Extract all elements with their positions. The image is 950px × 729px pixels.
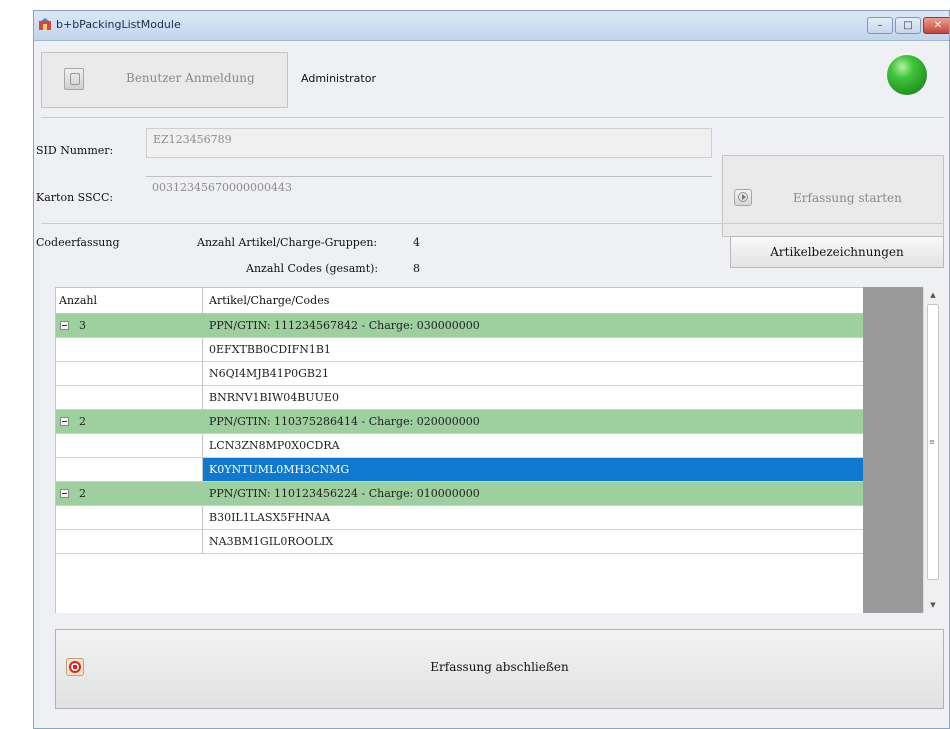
count-value: 3 (79, 319, 86, 332)
groups-count-value: 4 (413, 236, 420, 249)
table-row[interactable]: 0EFXTBB0CDIFN1B1 (56, 338, 863, 362)
codes-count-value: 8 (413, 262, 420, 275)
start-capture-label: Erfassung starten (793, 191, 902, 205)
article-names-button[interactable]: Artikelbezeichnungen (730, 236, 944, 268)
play-icon (734, 189, 752, 206)
app-icon (39, 18, 51, 30)
close-icon: ✕ (933, 20, 943, 31)
count-cell (56, 434, 203, 457)
code-cell: N6QI4MJB41P0GB21 (209, 367, 330, 380)
code-cell: LCN3ZN8MP0X0CDRA (209, 439, 340, 452)
content-area: Benutzer Anmeldung Administrator SID Num… (34, 40, 949, 728)
codes-table: Anzahl Artikel/Charge/Codes 3 PPN/GTIN: 1… (55, 287, 863, 613)
group-row[interactable]: 3 PPN/GTIN: 111234567842 - Charge: 030000… (56, 314, 863, 338)
sid-input[interactable]: EZ123456789 (146, 128, 712, 158)
scroll-up-icon[interactable]: ▲ (924, 291, 942, 299)
group-label-cell: PPN/GTIN: 110375286414 - Charge: 0200000… (209, 415, 480, 428)
codes-count-label: Anzahl Codes (gesamt): (246, 262, 379, 275)
count-cell (56, 530, 203, 553)
count-cell: 3 (56, 314, 203, 337)
vertical-scrollbar[interactable]: ▲ ≡ ▼ (923, 287, 942, 613)
login-button-label: Benutzer Anmeldung (126, 71, 255, 85)
collapse-icon[interactable] (60, 417, 69, 426)
table-row[interactable]: LCN3ZN8MP0X0CDRA (56, 434, 863, 458)
table-header: Anzahl Artikel/Charge/Codes (56, 288, 863, 314)
sid-label: SID Nummer: (36, 144, 114, 157)
group-row[interactable]: 2 PPN/GTIN: 110123456224 - Charge: 010000… (56, 482, 863, 506)
table-row[interactable]: B30IL1LASX5FHNAA (56, 506, 863, 530)
count-cell (56, 362, 203, 385)
table-row[interactable]: NA3BM1GIL0ROOLIX (56, 530, 863, 554)
code-cell: NA3BM1GIL0ROOLIX (209, 535, 334, 548)
count-cell (56, 458, 203, 481)
minimize-icon: – (877, 20, 883, 31)
code-cell: K0YNTUML0MH3CNMG (209, 463, 350, 476)
count-cell: 2 (56, 410, 203, 433)
table-body: 3 PPN/GTIN: 111234567842 - Charge: 030000… (56, 314, 863, 554)
count-cell: 2 (56, 482, 203, 505)
capture-section-label: Codeerfassung (36, 236, 120, 249)
window-controls: – □ ✕ (867, 17, 949, 34)
collapse-icon[interactable] (60, 321, 69, 330)
count-cell (56, 386, 203, 409)
finish-capture-label: Erfassung abschließen (430, 660, 569, 674)
table-row[interactable]: N6QI4MJB41P0GB21 (56, 362, 863, 386)
close-button[interactable]: ✕ (923, 17, 949, 34)
divider (41, 223, 944, 224)
user-login-icon (64, 68, 84, 90)
table-empty-area (863, 287, 923, 613)
current-user: Administrator (301, 72, 376, 85)
count-cell (56, 506, 203, 529)
maximize-button[interactable]: □ (895, 17, 921, 34)
status-indicator-icon (887, 55, 927, 95)
group-label-cell: PPN/GTIN: 111234567842 - Charge: 0300000… (209, 319, 480, 332)
column-header-codes[interactable]: Artikel/Charge/Codes (203, 288, 863, 313)
minimize-button[interactable]: – (867, 17, 893, 34)
count-cell (56, 338, 203, 361)
app-window: b+bPackingListModule – □ ✕ Benutzer Anme… (33, 10, 950, 729)
count-value: 2 (79, 487, 86, 500)
code-cell: B30IL1LASX5FHNAA (209, 511, 331, 524)
divider (41, 117, 944, 118)
sscc-input[interactable]: 00312345670000000443 (146, 176, 712, 206)
window-title: b+bPackingListModule (56, 18, 181, 31)
count-value: 2 (79, 415, 86, 428)
sscc-label: Karton SSCC: (36, 191, 114, 204)
groups-count-label: Anzahl Artikel/Charge-Gruppen: (197, 236, 378, 249)
finish-capture-button[interactable]: Erfassung abschließen (55, 629, 944, 709)
column-header-count[interactable]: Anzahl (56, 288, 203, 313)
scroll-down-icon[interactable]: ▼ (924, 601, 942, 609)
title-bar[interactable]: b+bPackingListModule – □ ✕ (34, 11, 949, 41)
code-cell: 0EFXTBB0CDIFN1B1 (209, 343, 331, 356)
table-row[interactable]: K0YNTUML0MH3CNMG (56, 458, 863, 482)
start-capture-button[interactable]: Erfassung starten (722, 155, 944, 237)
code-cell: BNRNV1BIW04BUUE0 (209, 391, 339, 404)
scroll-grip-icon: ≡ (929, 438, 935, 446)
login-button[interactable]: Benutzer Anmeldung (41, 52, 288, 108)
maximize-icon: □ (903, 20, 913, 31)
table-row[interactable]: BNRNV1BIW04BUUE0 (56, 386, 863, 410)
collapse-icon[interactable] (60, 489, 69, 498)
group-row[interactable]: 2 PPN/GTIN: 110375286414 - Charge: 020000… (56, 410, 863, 434)
group-label-cell: PPN/GTIN: 110123456224 - Charge: 0100000… (209, 487, 480, 500)
